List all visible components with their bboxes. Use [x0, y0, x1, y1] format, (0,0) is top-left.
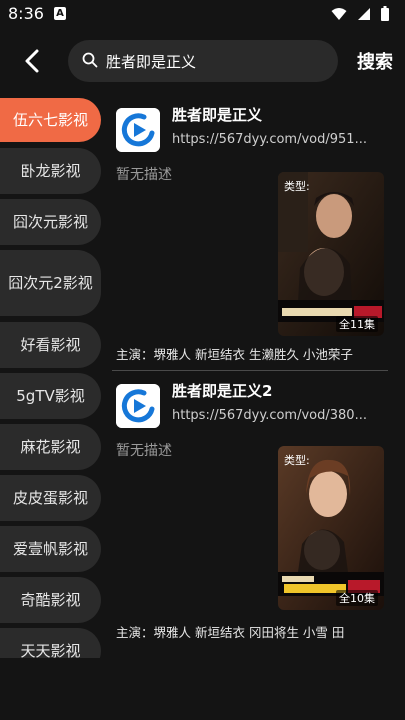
poster-artwork [278, 446, 384, 610]
search-input[interactable]: 胜者即是正义 [68, 40, 338, 82]
result-cast: 主演：堺雅人 新垣结衣 生濑胜久 小池荣子 [116, 347, 353, 362]
sidebar-item-tiantian[interactable]: 天天影视 [0, 628, 101, 658]
sidebar-item-label: 卧龙影视 [20, 162, 81, 180]
sidebar-item-label: 爱壹帆影视 [12, 540, 88, 558]
wifi-icon [331, 7, 347, 20]
result-url: https://567dyy.com/vod/380... [172, 408, 367, 423]
sidebar-item-label: 皮皮蛋影视 [12, 489, 88, 507]
cellular-signal-icon [358, 7, 370, 20]
status-icons [331, 6, 389, 21]
sidebar-item-pipidan[interactable]: 皮皮蛋影视 [0, 475, 101, 521]
search-result-card[interactable]: 胜者即是正义 https://567dyy.com/vod/951... 暂无描… [112, 100, 388, 368]
poster-type-label: 类型: [284, 454, 310, 467]
search-button[interactable]: 搜索 [357, 48, 393, 74]
sidebar-item-jiongciyuan[interactable]: 囧次元影视 [0, 199, 101, 245]
episode-count-badge: 全11集 [336, 316, 378, 332]
search-icon [82, 52, 98, 68]
app-logo-icon [116, 384, 160, 428]
poster-image[interactable]: 类型: 全10集 [278, 446, 384, 610]
search-query: 胜者即是正义 [106, 53, 197, 71]
source-sidebar: 伍六七影视 卧龙影视 囧次元影视 囧次元2影视 好看影视 5gTV影视 麻花影视… [0, 98, 101, 658]
poster-artwork [278, 172, 384, 336]
sidebar-item-5gtv[interactable]: 5gTV影视 [0, 373, 101, 419]
result-title: 胜者即是正义 [172, 106, 263, 124]
search-result-card[interactable]: 胜者即是正义2 https://567dyy.com/vod/380... 暂无… [112, 376, 388, 644]
app-logo-icon [116, 108, 160, 152]
poster-image[interactable]: 类型: 全11集 [278, 172, 384, 336]
sidebar-item-label: 天天影视 [20, 642, 81, 658]
poster-type-label: 类型: [284, 180, 310, 193]
sidebar-item-label: 奇酷影视 [20, 591, 81, 609]
status-bar: 8:36 A [0, 0, 405, 28]
sidebar-item-label: 麻花影视 [20, 438, 81, 456]
sidebar-item-wolong[interactable]: 卧龙影视 [0, 148, 101, 194]
result-cast: 主演：堺雅人 新垣结衣 冈田将生 小雪 田 [116, 625, 345, 640]
result-url: https://567dyy.com/vod/951... [172, 132, 367, 147]
sidebar-item-label: 伍六七影视 [12, 111, 88, 129]
sidebar-item-aiyifan[interactable]: 爱壹帆影视 [0, 526, 101, 572]
sidebar-item-label: 囧次元2影视 [8, 274, 93, 292]
back-button[interactable] [18, 46, 48, 76]
sidebar-item-haokan[interactable]: 好看影视 [0, 322, 101, 368]
sidebar-item-mahua[interactable]: 麻花影视 [0, 424, 101, 470]
result-description: 暂无描述 [116, 167, 172, 183]
result-title: 胜者即是正义2 [172, 382, 273, 400]
sidebar-item-label: 5gTV影视 [16, 387, 85, 405]
notification-icon: A [54, 7, 66, 20]
sidebar-item-qiku[interactable]: 奇酷影视 [0, 577, 101, 623]
sidebar-item-label: 囧次元影视 [12, 213, 88, 231]
sidebar-item-label: 好看影视 [20, 336, 81, 354]
battery-icon [381, 6, 389, 21]
sidebar-item-wuliuqi[interactable]: 伍六七影视 [0, 98, 101, 142]
search-toolbar: 胜者即是正义 搜索 [0, 36, 405, 86]
sidebar-item-jiongciyuan2[interactable]: 囧次元2影视 [0, 250, 101, 316]
back-arrow-icon [25, 49, 39, 73]
result-description: 暂无描述 [116, 443, 172, 459]
status-time: 8:36 [8, 4, 44, 23]
result-divider [112, 370, 388, 371]
episode-count-badge: 全10集 [336, 590, 378, 606]
